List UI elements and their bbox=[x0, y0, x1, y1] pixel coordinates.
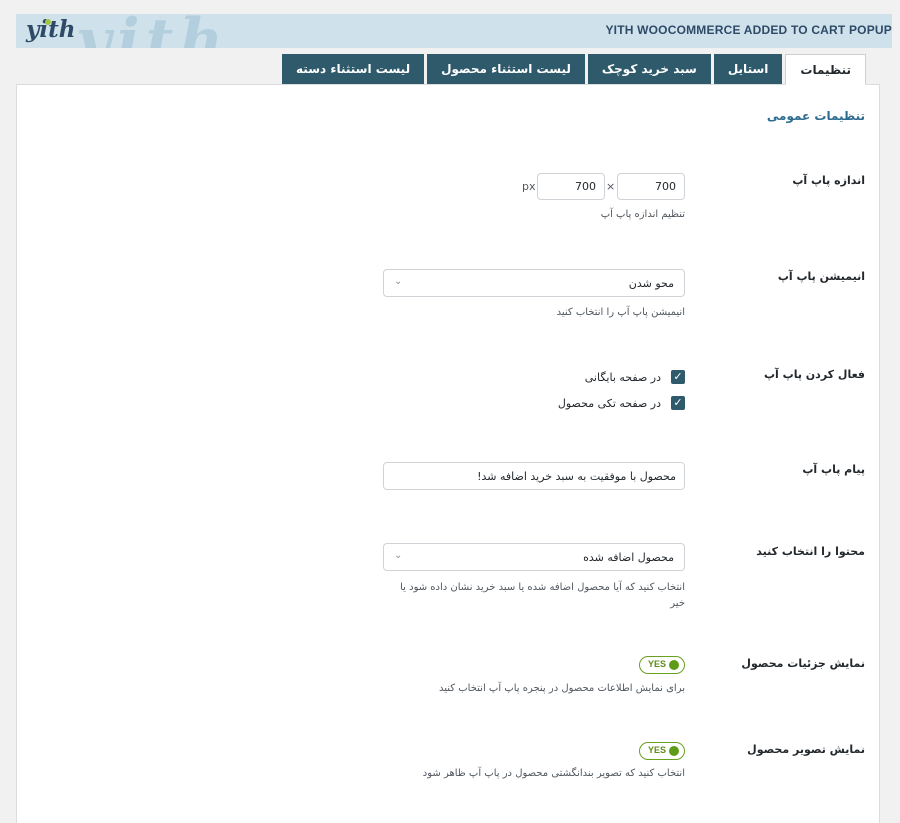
tab-category-exclusions[interactable]: لیست استثناء دسته bbox=[282, 54, 425, 84]
banner-title: YITH WOOCOMMERCE ADDED TO CART POPUP bbox=[605, 23, 892, 37]
single-product-checkbox-label: در صفحه تکی محصول bbox=[557, 396, 661, 410]
enable-archive-row[interactable]: ✓ در صفحه بایگانی bbox=[585, 370, 685, 384]
archive-checkbox-label: در صفحه بایگانی bbox=[584, 370, 661, 384]
size-unit: px bbox=[522, 180, 536, 193]
section-title: تنظیمات عمومی bbox=[766, 109, 865, 123]
enable-popup-label: فعال کردن پاپ آپ bbox=[764, 368, 865, 381]
popup-animation-select[interactable]: محو شدن ⌄ bbox=[383, 269, 685, 297]
show-details-label: نمایش جزئیات محصول bbox=[741, 657, 865, 670]
size-separator: × bbox=[606, 180, 616, 193]
popup-size-label: اندازه پاپ آپ bbox=[792, 174, 865, 187]
popup-width-input[interactable]: 700 bbox=[617, 173, 685, 200]
yith-logo: yith bbox=[26, 16, 76, 43]
popup-message-input[interactable]: محصول با موفقیت به سبد خرید اضافه شد! bbox=[383, 462, 685, 490]
tab-product-exclusions[interactable]: لیست استثناء محصول bbox=[427, 54, 585, 84]
show-image-label: نمایش تصویر محصول bbox=[747, 743, 865, 756]
enable-single-row[interactable]: ✓ در صفحه تکی محصول bbox=[558, 396, 685, 410]
content-select[interactable]: محصول اضافه شده ⌄ bbox=[383, 543, 685, 571]
show-image-desc: انتخاب کنید که تصویر بندانگشتی محصول در … bbox=[422, 768, 685, 779]
show-details-desc: برای نمایش اطلاعات محصول در پنجره پاپ آپ… bbox=[439, 683, 685, 694]
chevron-down-icon: ⌄ bbox=[394, 276, 403, 287]
popup-message-label: پیام پاپ آپ bbox=[802, 463, 865, 476]
show-details-toggle[interactable]: YES bbox=[639, 656, 685, 674]
toggle-knob bbox=[669, 660, 679, 670]
show-image-toggle[interactable]: YES bbox=[639, 742, 685, 760]
settings-tabs: تنظیمات استایل سبد خرید کوچک لیست استثنا… bbox=[282, 54, 866, 85]
chevron-down-icon: ⌄ bbox=[394, 550, 403, 561]
content-select-value: محصول اضافه شده bbox=[583, 550, 674, 564]
single-product-checkbox[interactable]: ✓ bbox=[671, 396, 685, 410]
settings-panel bbox=[16, 84, 880, 823]
popup-size-desc: تنظیم اندازه پاپ آپ bbox=[600, 209, 685, 220]
popup-animation-value: محو شدن bbox=[628, 276, 674, 290]
toggle-knob bbox=[669, 746, 679, 756]
plugin-banner: yith yith YITH WOOCOMMERCE ADDED TO CART… bbox=[16, 14, 892, 48]
content-select-desc: انتخاب کنید که آیا محصول اضافه شده یا سب… bbox=[400, 582, 685, 609]
archive-checkbox[interactable]: ✓ bbox=[671, 370, 685, 384]
banner-watermark: yith bbox=[76, 14, 229, 48]
tab-mini-cart[interactable]: سبد خرید کوچک bbox=[587, 54, 711, 84]
popup-height-input[interactable]: 700 bbox=[537, 173, 605, 200]
popup-animation-desc: انیمیشن پاپ آپ را انتخاب کنید bbox=[556, 307, 685, 318]
tab-style[interactable]: استایل bbox=[713, 54, 783, 84]
content-select-label: محتوا را انتخاب کنید bbox=[756, 545, 865, 558]
popup-animation-label: انیمیشن پاپ آپ bbox=[777, 270, 865, 283]
tab-settings[interactable]: تنظیمات bbox=[785, 54, 866, 85]
